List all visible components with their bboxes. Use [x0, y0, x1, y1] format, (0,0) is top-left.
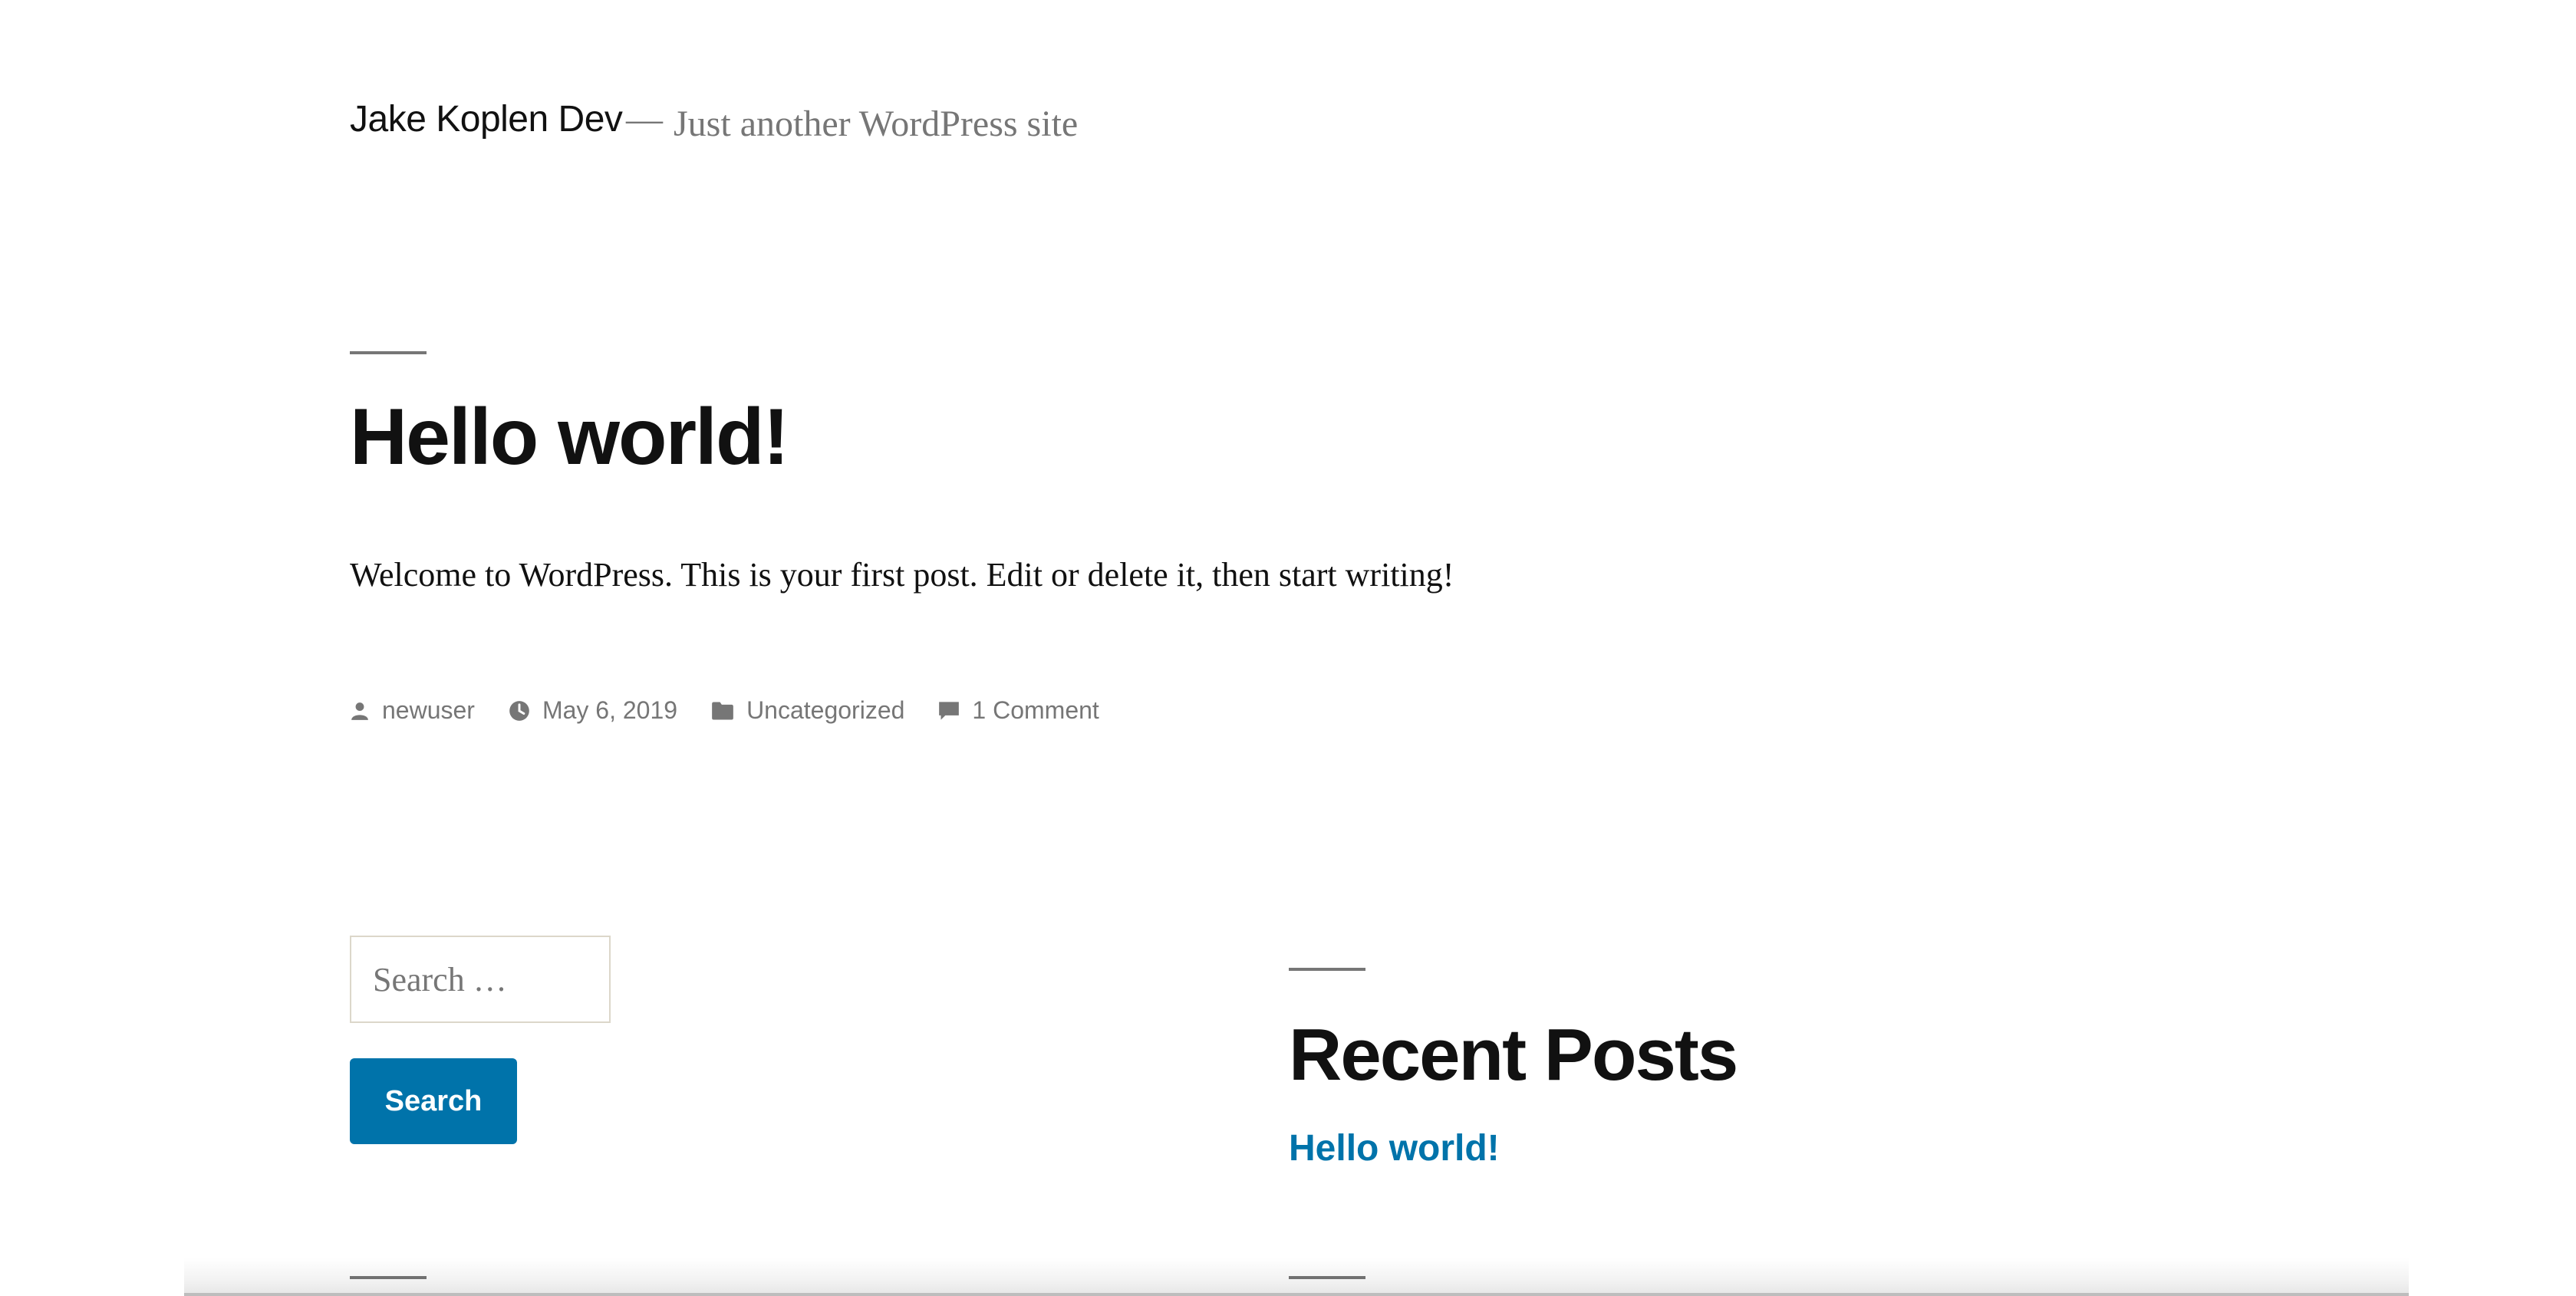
post-category[interactable]: Uncategorized [711, 696, 904, 725]
recent-posts-divider [1289, 968, 1365, 971]
viewport-shadow [184, 1258, 2409, 1296]
post-author-link[interactable]: newuser [382, 696, 475, 725]
post-meta: newuser May 6, 2019 Uncategorized 1 Comm… [350, 696, 1133, 725]
post-comments-link[interactable]: 1 Comment [972, 696, 1099, 725]
post-date-link[interactable]: May 6, 2019 [542, 696, 677, 725]
post-category-link[interactable]: Uncategorized [746, 696, 904, 725]
viewport-edge [184, 1293, 2409, 1296]
search-button[interactable]: Search [350, 1058, 517, 1144]
site-title[interactable]: Jake Koplen Dev [350, 98, 623, 140]
site-title-separator: — [626, 99, 663, 140]
site-tagline: Just another WordPress site [674, 104, 1079, 144]
search-input[interactable] [350, 936, 611, 1023]
post-title-divider [350, 351, 427, 354]
clock-icon [509, 700, 529, 721]
post-author[interactable]: newuser [350, 696, 475, 725]
post-comments[interactable]: 1 Comment [938, 696, 1099, 725]
post-title[interactable]: Hello world! [350, 391, 789, 483]
recent-post-link[interactable]: Hello world! [1289, 1127, 1500, 1169]
post-date[interactable]: May 6, 2019 [509, 696, 677, 725]
post-content: Welcome to WordPress. This is your first… [350, 556, 1454, 594]
person-icon [351, 702, 368, 720]
comment-icon [939, 701, 960, 720]
recent-posts-title: Recent Posts [1289, 1014, 1738, 1096]
folder-icon [712, 701, 733, 720]
